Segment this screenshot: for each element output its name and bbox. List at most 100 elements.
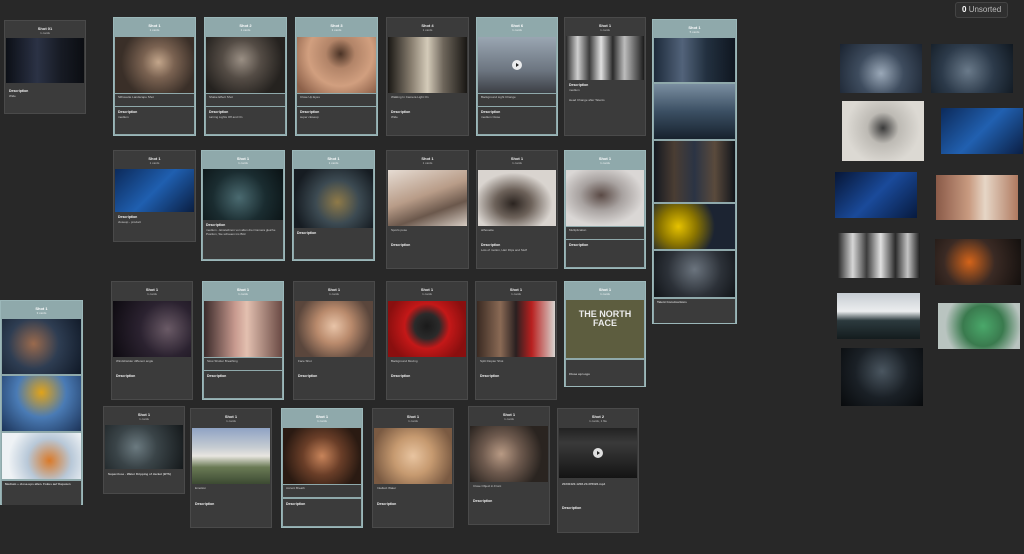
- shot-card[interactable]: Shot 1 1 cards Multiplication Descriptio…: [564, 150, 646, 269]
- shot-title: Shot 1: [598, 23, 612, 28]
- shot-caption: Multiplication: [566, 227, 644, 239]
- description-label: Description: [473, 499, 493, 503]
- description-box: Description: [374, 499, 452, 526]
- shot-title: Shot 1: [406, 414, 420, 419]
- shot-card[interactable]: Shot 1 1 cards Description medium - Eins…: [201, 150, 285, 261]
- loose-image[interactable]: [935, 239, 1021, 285]
- description-box: Description Lots of motion, Hair Flips a…: [478, 240, 556, 267]
- shot-card[interactable]: Shot 1 1 cards Description closeup - pro…: [113, 150, 196, 242]
- shot-caption: Close Object in Front: [470, 483, 548, 495]
- shot-thumbnail[interactable]: [654, 38, 735, 82]
- shot-card-talent[interactable]: Shot 1 5 cards Talent Constructions: [652, 19, 737, 324]
- shot-caption: Walking In Camera Light On: [388, 94, 467, 106]
- video-thumbnail[interactable]: [559, 428, 637, 478]
- shot-thumbnail[interactable]: [478, 37, 556, 93]
- loose-image[interactable]: [835, 172, 917, 218]
- play-icon[interactable]: [512, 60, 522, 70]
- shot-card[interactable]: Shot 1 1 cards Close Object in Front Des…: [468, 406, 550, 525]
- shot-thumbnail[interactable]: [113, 301, 191, 357]
- shot-count: 1 cards: [408, 419, 418, 423]
- loose-image[interactable]: [840, 44, 922, 93]
- shot-card[interactable]: Shot 1 1 cards Emotion Description: [190, 408, 272, 528]
- shot-title: Shot 1: [509, 287, 523, 292]
- shot-title: Shot 1: [421, 156, 434, 161]
- loose-image[interactable]: [936, 175, 1018, 220]
- loose-image[interactable]: [938, 303, 1020, 349]
- loose-image[interactable]: [941, 108, 1023, 154]
- unsorted-badge[interactable]: 0 Unsorted: [955, 2, 1009, 18]
- shot-card[interactable]: Shot 2 1 cards Shake Effect Shot Descrip…: [204, 17, 287, 136]
- shot-card[interactable]: Shot 1 1 cards Background Moving Descrip…: [386, 281, 468, 400]
- play-icon[interactable]: [593, 448, 603, 458]
- description-label: Description: [286, 502, 306, 506]
- shot-thumbnail[interactable]: [295, 301, 373, 357]
- shot-caption: Emotion: [192, 485, 270, 497]
- shot-title: Shot 1: [137, 412, 151, 417]
- shot-card[interactable]: Shot 1 1 cards Intellect Water Descripti…: [372, 408, 454, 528]
- shot-thumbnail[interactable]: [206, 37, 285, 93]
- shot-thumbnail[interactable]: [294, 169, 373, 229]
- shot-thumbnail[interactable]: [374, 428, 452, 484]
- shot-card[interactable]: Shot 1 1 cards Split Diopter Shot Descri…: [475, 281, 557, 400]
- description-value: turning Lights Off and On: [209, 115, 243, 119]
- shot-thumbnail[interactable]: [204, 301, 282, 357]
- description-value: medium: [118, 115, 129, 119]
- loose-image[interactable]: [931, 44, 1013, 93]
- shot-card[interactable]: Shot 1 1 cards Superclose - Water Drippi…: [103, 406, 185, 494]
- shot-caption: Face Shot: [295, 358, 373, 370]
- description-box: Description: [283, 499, 361, 526]
- shot-thumbnail[interactable]: [115, 169, 194, 213]
- loose-image[interactable]: [837, 293, 920, 339]
- shot-card[interactable]: Shot 1 1 cards Description medium Head C…: [564, 17, 646, 136]
- shot-title: Shot 1: [236, 287, 250, 292]
- shot-title: Shot 1: [688, 25, 701, 30]
- shot-card[interactable]: Shot 1 1 cards Windshielder different an…: [111, 281, 193, 400]
- shot-card[interactable]: Shot 4 1 cards Walking In Camera Light O…: [386, 17, 469, 136]
- loose-image[interactable]: [842, 101, 924, 161]
- description-label: Description: [480, 374, 500, 378]
- shot-title: Shot 3: [330, 23, 343, 28]
- shot-thumbnail[interactable]: [566, 170, 644, 226]
- shot-thumbnail[interactable]: [283, 428, 361, 484]
- shot-thumbnail[interactable]: [6, 38, 84, 83]
- shot-thumbnail[interactable]: [477, 301, 555, 357]
- shot-thumbnail[interactable]: [388, 170, 467, 226]
- shot-thumbnail[interactable]: [478, 170, 556, 226]
- description-box: Description: [295, 371, 373, 398]
- shot-thumbnail[interactable]: [2, 433, 81, 479]
- shot-thumbnail[interactable]: [654, 251, 735, 297]
- shot-card[interactable]: Shot 1 1 cards THE NORTH FACE Close up L…: [564, 281, 646, 387]
- shot-thumbnail[interactable]: [470, 426, 548, 482]
- shot-card[interactable]: Shot 1 1 cards Silhouette Landscape Shot…: [113, 17, 196, 136]
- shot-thumbnail[interactable]: [388, 301, 466, 357]
- shot-thumbnail[interactable]: [192, 428, 270, 484]
- loose-image[interactable]: [838, 233, 920, 278]
- shot-card[interactable]: Shot 1 1 cards Sports pose Description: [386, 150, 469, 269]
- shot-thumbnail[interactable]: [654, 204, 735, 249]
- shot-card[interactable]: Shot 1 3 cards Medium + close-ups allen.…: [0, 300, 83, 505]
- shot-card[interactable]: Shot 1 1 cards Face Shot Description: [293, 281, 375, 400]
- shot-card[interactable]: Shot 2 1 cards, 1 file 20230422-1208-20.…: [557, 408, 639, 533]
- shot-card[interactable]: Shot 1 1 cards Accent Breath Description: [281, 408, 363, 528]
- shot-thumbnail[interactable]: [105, 425, 183, 469]
- shot-thumbnail[interactable]: [566, 36, 644, 80]
- shot-card[interactable]: Shot 6 1 cards Background Light Change D…: [476, 17, 558, 136]
- shot-card[interactable]: Shot 1 1 cards Description: [292, 150, 375, 261]
- shot-thumbnail[interactable]: [2, 376, 81, 431]
- shot-count: 1 cards: [317, 419, 327, 423]
- shot-card[interactable]: Shot 1 1 cards silhouette Description Lo…: [476, 150, 558, 269]
- loose-image[interactable]: [841, 348, 923, 406]
- shot-thumbnail[interactable]: [654, 84, 735, 139]
- shot-thumbnail[interactable]: THE NORTH FACE: [566, 300, 644, 358]
- shot-thumbnail[interactable]: [388, 37, 467, 93]
- shot-card[interactable]: Shot 1 1 cards Slow Shutter Breathing De…: [202, 281, 284, 400]
- description-label: Description: [569, 243, 589, 247]
- description-value: medium: [569, 88, 580, 92]
- shot-thumbnail[interactable]: [203, 169, 283, 221]
- shot-card[interactable]: Shot 01 1 cards Description Wide: [4, 20, 86, 114]
- shot-thumbnail[interactable]: [654, 141, 735, 202]
- shot-thumbnail[interactable]: [115, 37, 194, 93]
- shot-card[interactable]: Shot 3 1 cards Close Up Eyes Description…: [295, 17, 378, 136]
- shot-thumbnail[interactable]: [2, 319, 81, 374]
- shot-thumbnail[interactable]: [297, 37, 376, 93]
